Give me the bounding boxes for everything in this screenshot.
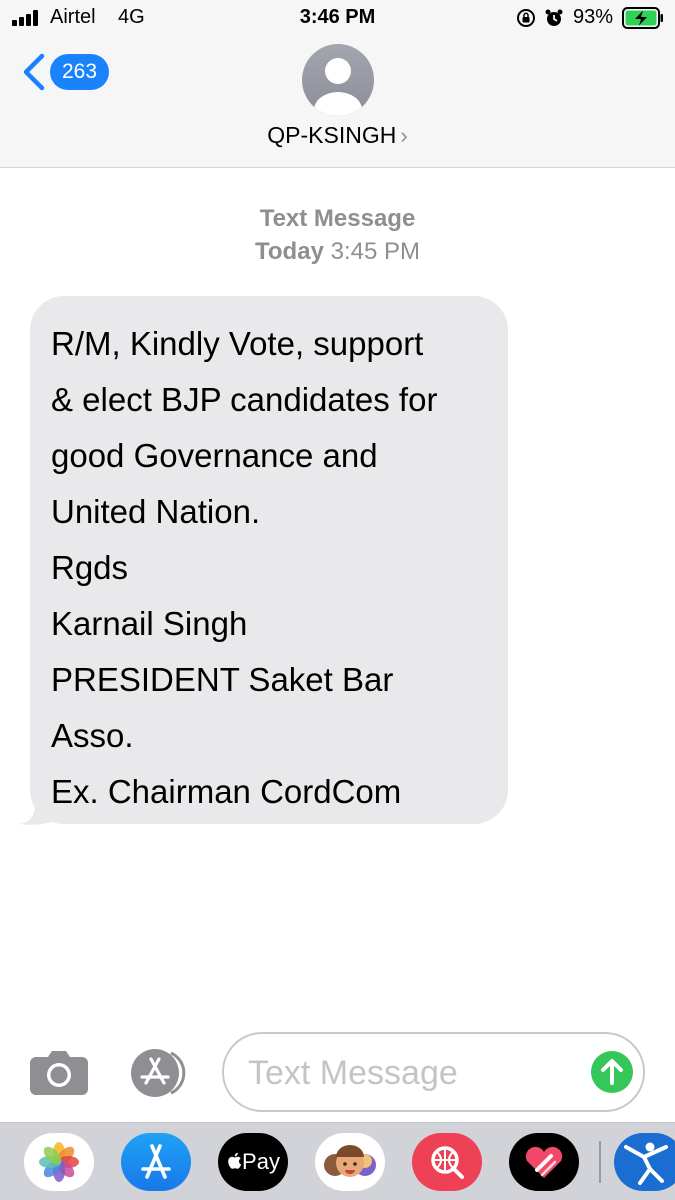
message-time: 3:45 PM xyxy=(330,238,420,265)
memoji-app-icon[interactable] xyxy=(315,1133,385,1191)
back-button[interactable]: 263 xyxy=(20,52,115,92)
fitness-app-icon[interactable] xyxy=(614,1133,675,1191)
message-input[interactable]: Text Message xyxy=(222,1032,645,1112)
orientation-lock-icon xyxy=(517,9,535,27)
alarm-icon xyxy=(545,9,563,26)
message-timestamp: Today 3:45 PM xyxy=(0,238,675,266)
conversation-header: 263 QP-KSINGH › xyxy=(0,36,675,168)
message-line: PRESIDENT Saket Bar xyxy=(51,661,394,698)
unread-count-badge: 263 xyxy=(50,54,110,90)
message-line: United Nation. xyxy=(51,493,261,530)
apple-pay-app-icon[interactable]: Pay xyxy=(218,1133,288,1191)
message-line: Rgds xyxy=(51,549,129,586)
message-line: Karnail Singh xyxy=(51,605,248,642)
message-line: & elect BJP candidates for xyxy=(51,381,438,418)
message-line: Ex. Chairman CordCom xyxy=(51,773,402,810)
apple-pay-label: Pay xyxy=(242,1149,280,1174)
battery-percent: 93% xyxy=(573,6,614,28)
message-service-label: Text Message xyxy=(259,205,416,232)
camera-icon[interactable] xyxy=(30,1051,88,1095)
drawer-divider xyxy=(599,1141,601,1183)
arrow-up-icon xyxy=(601,1059,623,1085)
photos-app-icon[interactable] xyxy=(24,1133,94,1191)
imessage-app-drawer: Pay xyxy=(0,1122,675,1200)
chevron-right-icon: › xyxy=(400,123,408,148)
message-input-placeholder: Text Message xyxy=(248,1054,458,1092)
send-button[interactable] xyxy=(591,1051,633,1093)
person-silhouette-icon xyxy=(314,58,362,116)
contact-name-button[interactable]: QP-KSINGH › xyxy=(0,122,675,149)
status-bar: Airtel 4G 3:46 PM 93% xyxy=(0,0,675,36)
apple-logo-icon xyxy=(228,1152,242,1169)
message-day: Today xyxy=(255,238,324,265)
message-line: good Governance and xyxy=(51,437,378,474)
message-line: R/M, Kindly Vote, support xyxy=(51,325,424,362)
contact-name: QP-KSINGH xyxy=(267,122,397,148)
web-search-app-icon[interactable] xyxy=(412,1133,482,1191)
message-line: Asso. xyxy=(51,717,134,754)
battery-charging-icon xyxy=(622,7,663,29)
app-store-drawer-icon[interactable] xyxy=(125,1049,191,1097)
app-store-app-icon[interactable] xyxy=(121,1133,191,1191)
digital-touch-app-icon[interactable] xyxy=(509,1133,579,1191)
received-message-bubble[interactable]: R/M, Kindly Vote, support & elect BJP ca… xyxy=(30,296,508,824)
contact-avatar[interactable] xyxy=(302,44,374,116)
chevron-left-icon xyxy=(23,53,45,91)
